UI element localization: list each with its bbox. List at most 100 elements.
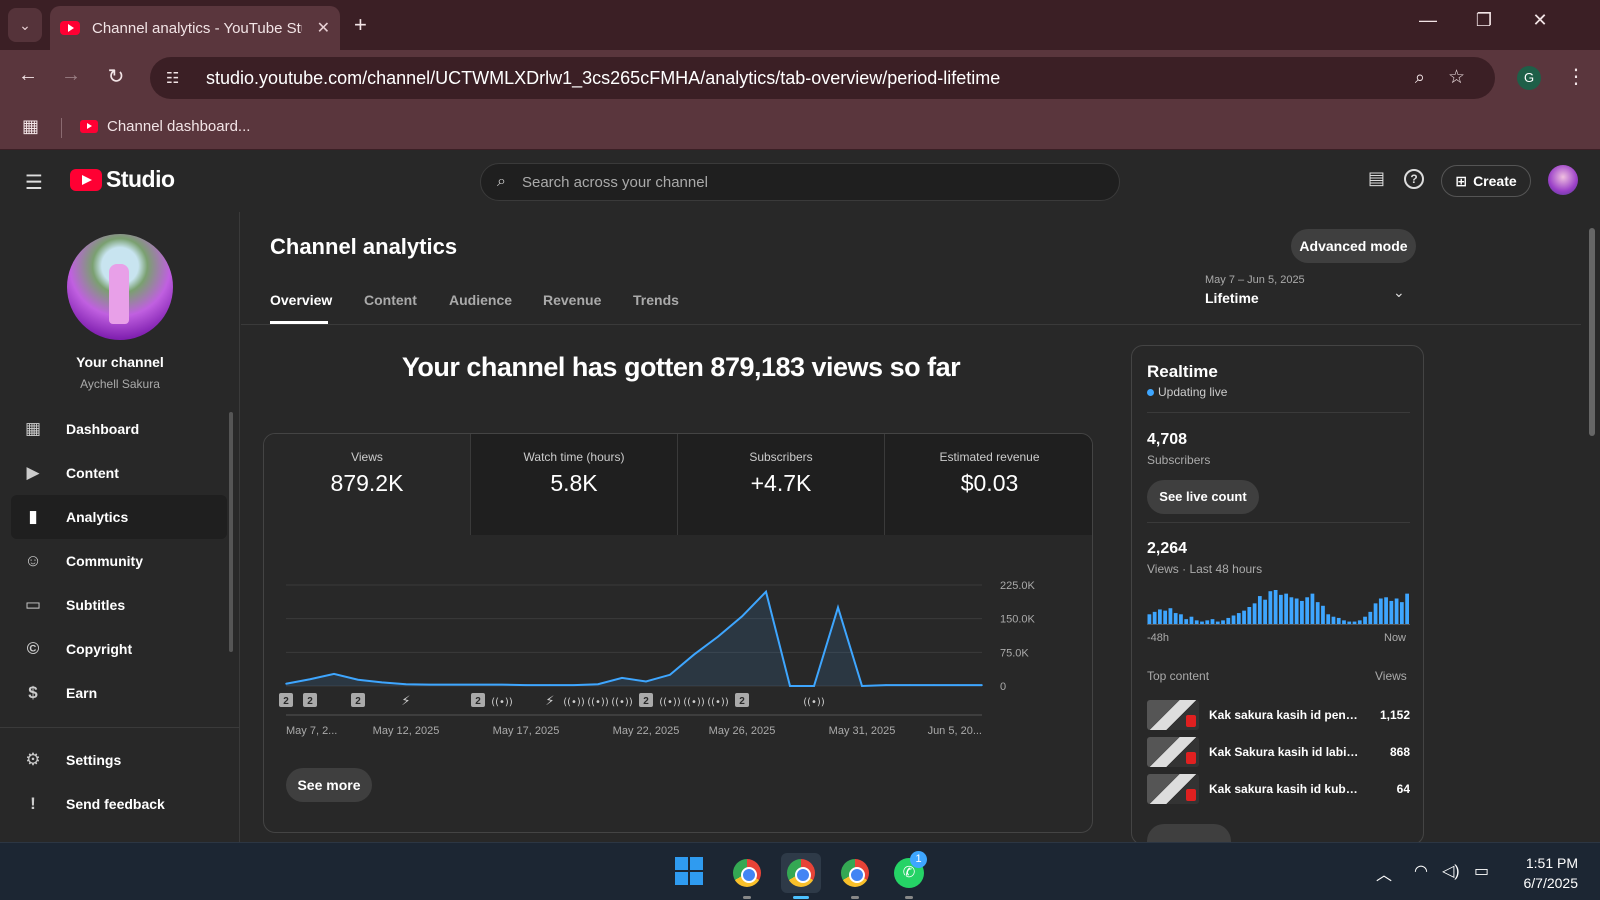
tab-audience[interactable]: Audience xyxy=(449,292,512,308)
zoom-icon[interactable]: ⌕ xyxy=(1415,67,1425,88)
metric-watch-time[interactable]: Watch time (hours) 5.8K xyxy=(471,434,678,535)
volume-icon[interactable]: ◁) xyxy=(1442,861,1460,881)
clock-date[interactable]: 6/7/2025 xyxy=(1508,875,1579,891)
top-content-row[interactable]: Kak sakura kasih id kuburan ... 64 xyxy=(1147,774,1410,804)
metric-label: Estimated revenue xyxy=(939,450,1040,464)
tab-trends[interactable]: Trends xyxy=(633,292,679,308)
search-input[interactable]: ⌕ Search across your channel xyxy=(480,163,1120,201)
metric-value: 5.8K xyxy=(550,470,598,496)
top-content-row[interactable]: Kak Sakura kasih id labirin ... 868 xyxy=(1147,737,1410,767)
forward-button[interactable]: → xyxy=(56,64,86,87)
logo-text: Studio xyxy=(106,166,175,192)
realtime-bar xyxy=(1273,590,1278,624)
new-tab-button[interactable]: + xyxy=(354,12,367,38)
realtime-bar xyxy=(1158,609,1162,624)
close-tab-icon[interactable]: ✕ xyxy=(317,18,330,38)
realtime-bar xyxy=(1221,620,1225,624)
see-live-count-button[interactable]: See live count xyxy=(1147,480,1259,514)
metric-value: 879.2K xyxy=(330,470,404,496)
see-more-button[interactable]: See more xyxy=(286,768,372,802)
help-icon[interactable]: ? xyxy=(1404,169,1424,189)
sidebar-divider xyxy=(0,727,240,728)
close-window-button[interactable]: ✕ xyxy=(1520,10,1560,31)
video-views: 868 xyxy=(1389,745,1410,759)
realtime-bar xyxy=(1326,614,1331,624)
browser-tab-bar: ⌄ Channel analytics - YouTube Stu ✕ + — … xyxy=(0,0,1600,50)
realtime-bar xyxy=(1373,603,1378,624)
tab-search-button[interactable]: ⌄ xyxy=(8,8,42,42)
realtime-bar xyxy=(1294,598,1299,624)
battery-icon[interactable]: ▭ xyxy=(1474,861,1489,881)
sidebar-item-send-feedback[interactable]: ! Send feedback xyxy=(11,782,227,826)
taskbar-chrome-1[interactable] xyxy=(727,853,767,899)
taskbar-chrome-2[interactable] xyxy=(781,853,821,899)
account-avatar[interactable] xyxy=(1548,165,1578,195)
top-content-header: Top content xyxy=(1147,669,1210,683)
address-bar[interactable]: ☷ studio.youtube.com/channel/UCTWMLXDrlw… xyxy=(150,57,1495,99)
chart-point xyxy=(741,615,743,618)
chart-views-line xyxy=(285,589,982,688)
realtime-bar xyxy=(1184,619,1189,624)
bookmark-star-icon[interactable]: ☆ xyxy=(1448,66,1465,89)
back-button[interactable]: ← xyxy=(13,64,43,87)
clock-time[interactable]: 1:51 PM xyxy=(1508,855,1578,871)
sidebar-item-content[interactable]: ▶ Content xyxy=(11,451,227,495)
tab-overview[interactable]: Overview xyxy=(270,292,332,308)
advanced-mode-button[interactable]: Advanced mode xyxy=(1291,229,1416,263)
see-more-realtime-button[interactable] xyxy=(1147,824,1231,842)
metric-subscribers[interactable]: Subscribers +4.7K xyxy=(678,434,885,535)
realtime-bar xyxy=(1215,621,1220,624)
chart-short-marker-icon: ⚡ xyxy=(545,694,554,709)
profile-avatar[interactable]: G xyxy=(1517,66,1541,90)
chart-point xyxy=(933,684,935,686)
metric-estimated-revenue[interactable]: Estimated revenue $0.03 xyxy=(885,434,1092,535)
browser-toolbar: ← → ↻ ☷ studio.youtube.com/channel/UCTWM… xyxy=(0,50,1600,106)
chart-point xyxy=(669,673,671,676)
create-button[interactable]: ⊞ Create xyxy=(1441,165,1531,197)
minimize-button[interactable]: — xyxy=(1408,10,1448,31)
realtime-bar xyxy=(1363,616,1367,624)
taskbar-chrome-3[interactable] xyxy=(835,853,875,899)
realtime-bar xyxy=(1189,616,1194,624)
browser-menu-icon[interactable]: ⋮ xyxy=(1566,64,1586,89)
sidebar-item-label: Analytics xyxy=(66,509,129,525)
chevron-down-icon[interactable]: ⌄ xyxy=(1393,284,1405,301)
chart-point xyxy=(501,683,503,686)
windows-start-icon[interactable] xyxy=(675,857,703,885)
sidebar-item-subtitles[interactable]: ▭ Subtitles xyxy=(11,583,227,627)
realtime-bar xyxy=(1368,611,1373,624)
sidebar-item-dashboard[interactable]: ▦ Dashboard xyxy=(11,407,227,451)
sidebar-item-label: Subtitles xyxy=(66,597,126,613)
realtime-bar xyxy=(1247,607,1252,624)
site-info-icon[interactable]: ☷ xyxy=(166,69,192,87)
wifi-icon[interactable]: ◠ xyxy=(1414,861,1428,881)
messages-icon[interactable]: ▤ xyxy=(1368,168,1385,189)
studio-logo[interactable]: Studio xyxy=(70,166,175,193)
sidebar-item-analytics[interactable]: ▮ Analytics xyxy=(11,495,227,539)
sidebar-item-community[interactable]: ☺ Community xyxy=(11,539,227,583)
browser-tab-active[interactable]: Channel analytics - YouTube Stu ✕ xyxy=(50,6,340,50)
channel-avatar[interactable] xyxy=(67,234,173,340)
restore-button[interactable]: ❐ xyxy=(1464,10,1504,31)
sidebar-scrollbar[interactable] xyxy=(229,412,233,652)
tab-content[interactable]: Content xyxy=(364,292,417,308)
tab-revenue[interactable]: Revenue xyxy=(543,292,601,308)
metric-views[interactable]: Views 879.2K xyxy=(264,434,471,535)
top-content-row[interactable]: Kak sakura kasih id penja... 1,152 xyxy=(1147,700,1410,730)
hamburger-menu-icon[interactable]: ☰ xyxy=(25,170,43,195)
sidebar-item-copyright[interactable]: © Copyright xyxy=(11,627,227,671)
main-scrollbar[interactable] xyxy=(1589,228,1595,436)
chart-x-tick-label: May 22, 2025 xyxy=(613,725,680,737)
bookmark-channel-dashboard[interactable]: Channel dashboard... xyxy=(80,118,250,135)
taskbar-whatsapp[interactable]: ✆ 1 xyxy=(889,851,929,899)
realtime-bar xyxy=(1357,620,1362,624)
sidebar-item-settings[interactable]: ⚙ Settings xyxy=(11,738,227,782)
sidebar-item-label: Dashboard xyxy=(66,421,140,437)
apps-grid-icon[interactable]: ▦ xyxy=(22,116,39,137)
metric-value: +4.7K xyxy=(750,470,812,496)
reload-button[interactable]: ↻ xyxy=(101,64,131,89)
tray-overflow-icon[interactable]: ︿ xyxy=(1376,861,1392,885)
chart-point xyxy=(909,684,911,686)
chart-x-tick-label: May 7, 2... xyxy=(286,725,337,737)
sidebar-item-earn[interactable]: $ Earn xyxy=(11,671,227,715)
